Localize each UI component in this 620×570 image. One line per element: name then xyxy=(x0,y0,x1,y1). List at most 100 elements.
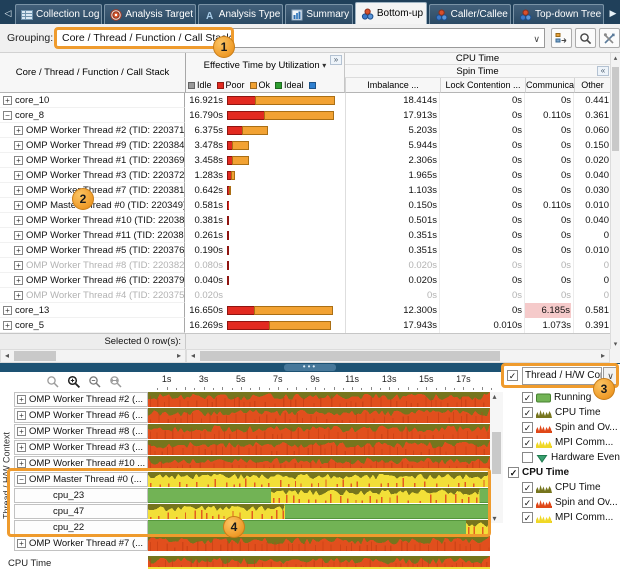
legend-checkbox[interactable]: ✓ xyxy=(522,482,533,493)
tree-cell[interactable]: +OMP Worker Thread #3 (TID: 220372) xyxy=(0,168,185,183)
legend-checkbox[interactable]: ✓ xyxy=(522,437,533,448)
expand-icon[interactable]: + xyxy=(14,276,23,285)
expand-icon[interactable]: + xyxy=(17,443,26,452)
timeline-row-chart[interactable] xyxy=(148,392,490,407)
tree-cell[interactable]: +OMP Worker Thread #6 (TID: 220379) xyxy=(0,273,185,288)
data-horizontal-scrollbar[interactable]: ◂ ▸ xyxy=(186,349,610,363)
table-row[interactable]: +OMP Worker Thread #1 (TID: 220369)3.458… xyxy=(0,153,610,168)
tab-scroll-right-icon[interactable]: ▶ xyxy=(606,3,620,23)
collapse-icon[interactable]: − xyxy=(3,111,12,120)
column-header-effective-time[interactable]: Effective Time by Utilization ▾ » xyxy=(186,53,345,78)
expand-icon[interactable]: + xyxy=(14,246,23,255)
zoom-selection-button[interactable] xyxy=(46,375,60,389)
grid-vertical-scrollbar[interactable]: ▴ ▾ xyxy=(610,53,620,349)
legend-checkbox[interactable]: ✓ xyxy=(508,467,519,478)
tree-cell[interactable]: +OMP Worker Thread #8 (TID: 220382) xyxy=(0,258,185,273)
timeline-row-label[interactable]: +OMP Worker Thread #3 (... xyxy=(14,440,148,455)
tab-analysis-target[interactable]: Analysis Target xyxy=(104,4,195,24)
tab-summary[interactable]: Summary xyxy=(285,4,353,24)
expand-icon[interactable]: + xyxy=(17,395,26,404)
timeline-row-label[interactable]: cpu_47 xyxy=(14,504,148,519)
table-row[interactable]: +OMP Worker Thread #4 (TID: 220375)0.020… xyxy=(0,288,610,303)
legend-checkbox[interactable]: ✓ xyxy=(522,497,533,508)
scrollbar-thumb[interactable] xyxy=(14,351,56,361)
zoom-in-button[interactable] xyxy=(67,375,81,389)
tree-cell[interactable]: +OMP Worker Thread #5 (TID: 220376) xyxy=(0,243,185,258)
tree-cell[interactable]: +OMP Worker Thread #1 (TID: 220369) xyxy=(0,153,185,168)
table-row[interactable]: +OMP Worker Thread #9 (TID: 220384)3.478… xyxy=(0,138,610,153)
expand-icon[interactable]: + xyxy=(17,427,26,436)
scroll-right-icon[interactable]: ▸ xyxy=(173,350,185,362)
timeline-row-chart[interactable] xyxy=(148,488,490,503)
scroll-up-icon[interactable]: ▴ xyxy=(611,54,620,62)
timeline-ruler[interactable]: 1s3s5s7s9s11s13s15s17s xyxy=(148,372,493,391)
table-row[interactable]: +core_516.269s17.943s0.010s1.073s0.391 xyxy=(0,318,610,333)
column-header-cpu-time[interactable]: CPU Time xyxy=(345,53,610,65)
cpu-time-overview-chart[interactable] xyxy=(148,556,490,569)
legend-checkbox[interactable] xyxy=(522,452,533,463)
tree-cell[interactable]: +OMP Worker Thread #7 (TID: 220381) xyxy=(0,183,185,198)
timeline-row-chart[interactable] xyxy=(148,520,490,535)
table-row[interactable]: +OMP Worker Thread #5 (TID: 220376)0.190… xyxy=(0,243,610,258)
grouping-select[interactable]: Core / Thread / Function / Call Stack ∨ xyxy=(55,28,545,48)
customize-button[interactable] xyxy=(599,28,620,48)
scroll-right-icon[interactable]: ▸ xyxy=(597,350,609,362)
legend-checkbox[interactable]: ✓ xyxy=(522,422,533,433)
timeline-row-chart[interactable] xyxy=(148,472,490,487)
timeline-row-chart[interactable] xyxy=(148,456,490,471)
column-header-communication[interactable]: Communication... xyxy=(525,78,574,93)
tree-cell[interactable]: +OMP Worker Thread #9 (TID: 220384) xyxy=(0,138,185,153)
search-button[interactable] xyxy=(575,28,596,48)
timeline-row-label[interactable]: +OMP Worker Thread #10 ... xyxy=(14,456,148,471)
scroll-left-icon[interactable]: ◂ xyxy=(1,350,13,362)
expand-icon[interactable]: + xyxy=(3,306,12,315)
timeline-row-label[interactable]: +OMP Worker Thread #7 (... xyxy=(14,536,148,551)
timeline-vertical-scrollbar[interactable]: ▴ ▾ xyxy=(490,392,503,523)
zoom-pan-button[interactable] xyxy=(109,375,123,389)
collapse-icon[interactable]: − xyxy=(17,475,26,484)
expand-icon[interactable]: + xyxy=(14,156,23,165)
table-row[interactable]: +OMP Worker Thread #6 (TID: 220379)0.040… xyxy=(0,273,610,288)
table-row[interactable]: +OMP Worker Thread #10 (TID: 220386)0.38… xyxy=(0,213,610,228)
legend-checkbox[interactable]: ✓ xyxy=(522,392,533,403)
timeline-row-label[interactable]: +OMP Worker Thread #6 (... xyxy=(14,408,148,423)
tree-cell[interactable]: +OMP Worker Thread #4 (TID: 220375) xyxy=(0,288,185,303)
timeline-row-label[interactable]: cpu_22 xyxy=(14,520,148,535)
table-row[interactable]: −core_816.790s17.913s0s0.110s0.361 xyxy=(0,108,610,123)
expand-column-icon[interactable]: » xyxy=(330,55,342,65)
tab-scroll-left-icon[interactable]: ◁ xyxy=(1,3,15,23)
tree-cell[interactable]: +core_5 xyxy=(0,318,185,333)
expand-icon[interactable]: + xyxy=(3,321,12,330)
expand-icon[interactable]: + xyxy=(3,96,12,105)
expand-icon[interactable]: + xyxy=(14,261,23,270)
tree-cell[interactable]: +OMP Worker Thread #2 (TID: 220371) xyxy=(0,123,185,138)
expand-icon[interactable]: + xyxy=(17,539,26,548)
timeline-row-chart[interactable] xyxy=(148,536,490,551)
tree-cell[interactable]: +OMP Master Thread #0 (TID: 220349) xyxy=(0,198,185,213)
table-row[interactable]: +core_1016.921s18.414s0s0s0.441 xyxy=(0,93,610,108)
expand-icon[interactable]: + xyxy=(14,171,23,180)
timeline-row-chart[interactable] xyxy=(148,408,490,423)
legend-checkbox[interactable]: ✓ xyxy=(522,407,533,418)
table-row[interactable]: +OMP Worker Thread #7 (TID: 220381)0.642… xyxy=(0,183,610,198)
column-header-lock-contention[interactable]: Lock Contention ... xyxy=(440,78,525,93)
expand-icon[interactable]: + xyxy=(14,141,23,150)
tree-horizontal-scrollbar[interactable]: ◂ ▸ xyxy=(0,349,186,363)
grouping-structure-button[interactable] xyxy=(551,28,572,48)
tab-bottom-up[interactable]: Bottom-up xyxy=(355,2,427,24)
tree-cell[interactable]: +OMP Worker Thread #10 (TID: 220386) xyxy=(0,213,185,228)
column-header-other[interactable]: Other xyxy=(574,78,610,93)
tab-caller-callee[interactable]: Caller/Callee xyxy=(429,4,511,24)
scrollbar-thumb[interactable] xyxy=(200,351,500,361)
expand-icon[interactable]: + xyxy=(17,459,26,468)
table-row[interactable]: +OMP Worker Thread #8 (TID: 220382)0.080… xyxy=(0,258,610,273)
table-row[interactable]: +OMP Worker Thread #11 (TID: 220388)0.26… xyxy=(0,228,610,243)
expand-icon[interactable]: + xyxy=(14,216,23,225)
collapse-column-icon[interactable]: « xyxy=(597,66,609,76)
column-header-spin-time[interactable]: Spin Time « xyxy=(345,65,610,78)
tab-top-down-tree[interactable]: Top-down Tree xyxy=(513,4,604,24)
scroll-down-icon[interactable]: ▾ xyxy=(490,514,499,523)
scrollbar-thumb[interactable] xyxy=(492,432,501,474)
tree-cell[interactable]: +OMP Worker Thread #11 (TID: 220388) xyxy=(0,228,185,243)
scrollbar-thumb[interactable] xyxy=(612,67,619,151)
